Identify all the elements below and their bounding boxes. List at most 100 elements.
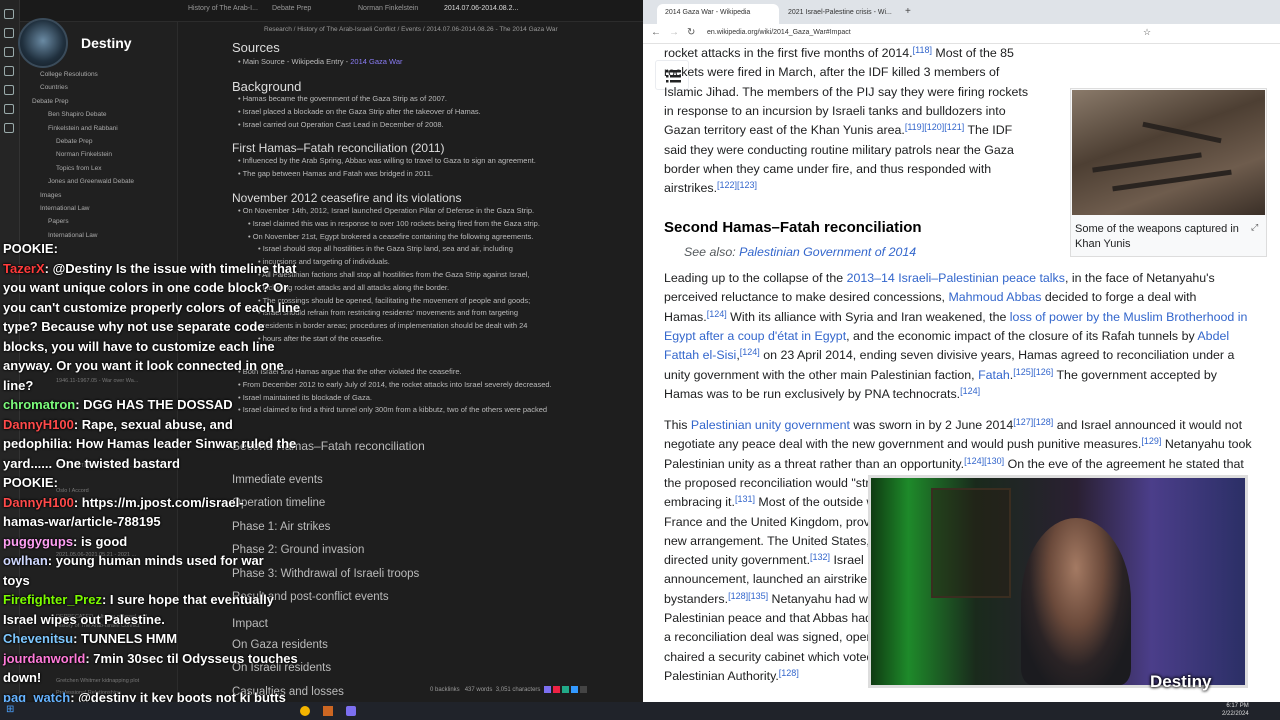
- article-line: new arrangement. The United States, n: [664, 533, 881, 548]
- chat-username[interactable]: jourdanworld: [3, 651, 85, 666]
- chat-message: : DGG HAS THE DOSSAD: [75, 397, 233, 412]
- sidebar-item[interactable]: Finkelstein and Rabbani: [20, 122, 178, 135]
- sidebar-item[interactable]: Debate Prep: [20, 95, 178, 108]
- article-link[interactable]: Abdel: [1197, 329, 1229, 343]
- chat-message: : young human minds used for war: [47, 553, 264, 568]
- sidebar-item[interactable]: Ben Shapiro Debate: [20, 108, 178, 121]
- article-line: rocket attacks in the first five months …: [664, 45, 1014, 61]
- chat-username[interactable]: TazerX: [3, 261, 45, 276]
- article-line: airstrikes.[122][123]: [664, 180, 758, 196]
- tab-gaza-war[interactable]: 2014.07.06-2014.08.2...: [444, 5, 518, 12]
- theme-swatch[interactable]: [544, 686, 552, 693]
- article-link[interactable]: Palestinian unity government: [691, 418, 850, 432]
- chat-username[interactable]: POOKIE: [3, 241, 54, 256]
- chat-username[interactable]: Chevenitsu: [3, 631, 73, 646]
- chat-line: POOKIE:: [3, 240, 303, 259]
- chat-line: type? Because why not use separate code: [3, 318, 303, 337]
- sidebar-item[interactable]: Images: [20, 189, 178, 202]
- note-bullet: • Hamas became the government of the Gaz…: [238, 94, 447, 103]
- streamer-video: [1021, 518, 1131, 685]
- forward-icon[interactable]: →: [669, 27, 679, 38]
- sidebar-item[interactable]: Countries: [20, 81, 178, 94]
- tab-norman-finkelstein[interactable]: Norman Finkelstein: [358, 5, 418, 12]
- article-link[interactable]: 2013–14 Israeli–Palestinian peace talks: [847, 271, 1065, 285]
- char-count: 3,051 characters: [495, 687, 541, 694]
- heading-sources: Sources: [232, 40, 280, 55]
- sidebar-item[interactable]: Topics from Lex: [20, 162, 178, 175]
- article-line: unity government with the other main Pal…: [664, 366, 1217, 382]
- browser-toolbar: ← → ↻ en.wikipedia.org/wiki/2014_Gaza_Wa…: [643, 24, 1280, 44]
- expand-icon[interactable]: ⤢: [1251, 222, 1258, 233]
- sidebar-item[interactable]: Norman Finkelstein: [20, 148, 178, 161]
- theme-swatch[interactable]: [553, 686, 561, 693]
- new-tab-icon[interactable]: +: [905, 6, 911, 17]
- article-link[interactable]: Fatah: [978, 368, 1010, 382]
- chat-username[interactable]: chromatron: [3, 397, 75, 412]
- chat-message: : @Destiny Is the issue with timeline th…: [44, 260, 297, 276]
- file-tree: College Resolutions Countries Debate Prep B…: [20, 68, 178, 242]
- sidebar-item[interactable]: Jones and Greenwald Debate: [20, 175, 178, 188]
- sidebar-item[interactable]: International Law: [20, 202, 178, 215]
- chat-message: down!: [3, 670, 42, 685]
- chat-line: DannyH100: https://m.jpost.com/israel-: [3, 494, 303, 513]
- article-line: Palestinian peace and that Abbas had t: [664, 611, 879, 625]
- sidebar-item[interactable]: Debate Prep: [20, 135, 178, 148]
- article-line: perceived reluctance to make desired con…: [664, 290, 1197, 305]
- chat-message: : https://m.jpost.com/israel-: [73, 494, 244, 510]
- chat-username[interactable]: Firefighter_Prez: [3, 592, 102, 607]
- search-icon[interactable]: [4, 28, 14, 38]
- article-line: embracing it.[131] Most of the outside w: [664, 494, 876, 510]
- tab-2014-gaza-war[interactable]: 2014 Gaza War - Wikipedia: [657, 4, 779, 24]
- back-icon[interactable]: ←: [651, 27, 661, 38]
- file-icon[interactable]: [4, 104, 14, 114]
- theme-swatch[interactable]: [571, 686, 579, 693]
- theme-swatch[interactable]: [580, 686, 588, 693]
- tab-debate-prep[interactable]: Debate Prep: [272, 5, 311, 12]
- windows-start-icon[interactable]: ⊞: [6, 704, 14, 715]
- chat-message: : TUNNELS HMM: [73, 631, 178, 646]
- article-line: Gazan territory east of the Khan Yunis a…: [664, 122, 1013, 138]
- sidebar-item[interactable]: College Resolutions: [20, 68, 178, 81]
- article-link[interactable]: Egypt after a coup d'état in Egypt: [664, 329, 846, 343]
- sources-item: • Main Source - Wikipedia Entry - 2014 G…: [238, 57, 403, 66]
- photo-caption: Some of the weapons captured in Khan Yun…: [1075, 223, 1239, 250]
- sources-link[interactable]: 2014 Gaza War: [350, 57, 402, 66]
- template-icon[interactable]: [4, 85, 14, 95]
- article-link[interactable]: Fattah el-Sisi: [664, 348, 736, 362]
- chat-line: Firefighter_Prez: I sure hope that event…: [3, 591, 303, 610]
- chat-line: you can't customize properly colors of e…: [3, 299, 303, 318]
- sidebar-item[interactable]: Papers: [20, 215, 178, 228]
- chat-username[interactable]: owlhan: [3, 553, 48, 568]
- section-heading: Second Hamas–Fatah reconciliation: [664, 219, 922, 236]
- chat-message: :: [53, 475, 58, 490]
- reload-icon[interactable]: ↻: [687, 27, 695, 38]
- article-link[interactable]: Mahmoud Abbas: [948, 290, 1041, 304]
- theme-swatch[interactable]: [562, 686, 570, 693]
- chat-username[interactable]: DannyH100: [3, 417, 74, 432]
- article-link[interactable]: loss of power by the Muslim Brotherhood …: [1010, 310, 1248, 324]
- folder-icon[interactable]: [4, 9, 14, 19]
- clock[interactable]: 6:17 PM 2/22/2024: [1222, 703, 1249, 718]
- graph-icon[interactable]: [4, 47, 14, 57]
- article-line: Fattah el-Sisi,[124] on 23 April 2014, e…: [664, 347, 1235, 363]
- tab-history[interactable]: History of The Arab-I...: [188, 5, 258, 12]
- terminal-icon[interactable]: [4, 123, 14, 133]
- chat-line: hamas-war/article-788195: [3, 513, 303, 532]
- tab-2021-crisis[interactable]: 2021 Israel-Palestine crisis - Wi...: [780, 4, 904, 24]
- address-bar[interactable]: en.wikipedia.org/wiki/2014_Gaza_War#Impa…: [707, 29, 851, 36]
- weapons-photo[interactable]: [1072, 90, 1265, 215]
- breadcrumb[interactable]: Research / History of The Arab-Israeli C…: [264, 26, 558, 33]
- see-also-link[interactable]: Palestinian Government of 2014: [739, 245, 916, 259]
- chat-username[interactable]: POOKIE: [3, 475, 54, 490]
- avatar: [18, 18, 68, 68]
- app-icon[interactable]: [323, 706, 333, 716]
- chat-username[interactable]: DannyH100: [3, 495, 74, 510]
- chat-message: yard...... One twisted bastard: [3, 455, 180, 471]
- article-line: said they were conducting routine milita…: [664, 142, 1014, 157]
- chat-username[interactable]: puggygups: [3, 534, 73, 549]
- star-icon[interactable]: ☆: [1143, 27, 1151, 38]
- chrome-icon[interactable]: [300, 706, 310, 716]
- calendar-icon[interactable]: [4, 66, 14, 76]
- backlinks-count[interactable]: 0 backlinks: [430, 687, 460, 693]
- obsidian-icon[interactable]: [346, 706, 356, 716]
